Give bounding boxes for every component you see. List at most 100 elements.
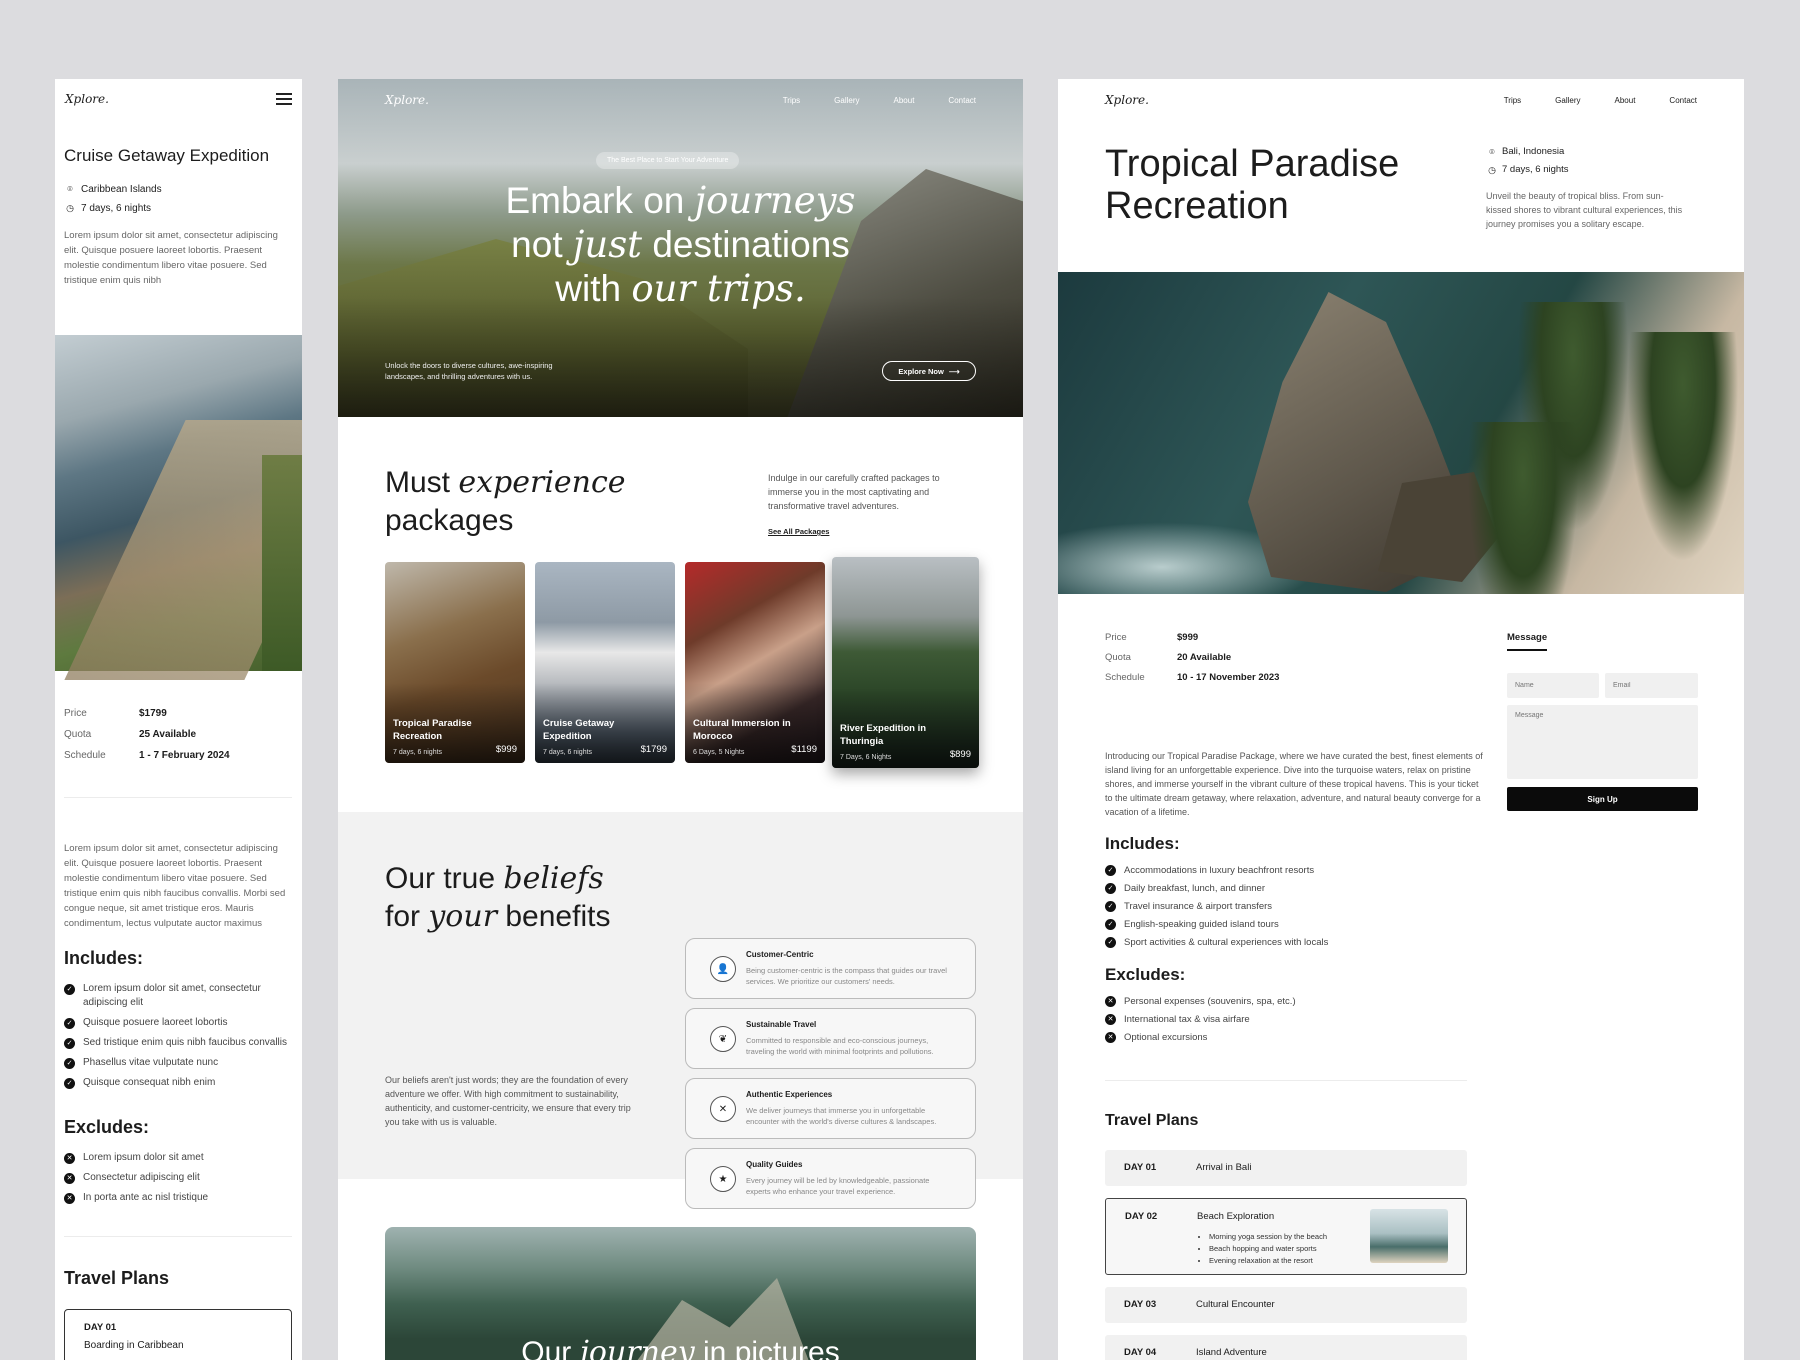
divider <box>64 1236 292 1237</box>
package-card[interactable]: Cruise Getaway Expedition 7 days, 6 nigh… <box>535 562 675 763</box>
package-card-highlighted[interactable]: River Expedition in Thuringia 7 Days, 6 … <box>832 557 979 768</box>
island-photo <box>1058 272 1744 594</box>
belief-card: ★ Quality Guides Every journey will be l… <box>685 1148 976 1209</box>
check-icon: ✓ <box>64 1058 75 1069</box>
spec-label: Quota <box>64 729 92 740</box>
page-title: Cruise Getaway Expedition <box>64 146 270 165</box>
divider <box>64 797 292 798</box>
location-pin-icon: ⌾ <box>67 184 73 194</box>
spec-value: $1799 <box>139 708 167 719</box>
x-circle-icon: ✕ <box>64 1173 75 1184</box>
list-item: ✕ In porta ante ac nisl tristique <box>64 1191 292 1205</box>
list-item: ✓ Quisque posuere laoreet lobortis <box>64 1016 292 1030</box>
see-all-packages-link[interactable]: See All Packages <box>768 527 829 536</box>
day-plan-item[interactable]: DAY 01 Arrival in Bali <box>1105 1150 1467 1186</box>
mobile-detail-page: Xplore. Cruise Getaway Expedition ⌾ Carib… <box>55 79 302 1360</box>
spec-label: Schedule <box>64 750 106 761</box>
logo[interactable]: Xplore. <box>1105 93 1149 107</box>
excludes-heading: Excludes: <box>64 1117 150 1137</box>
nav-link-gallery[interactable]: Gallery <box>1555 96 1580 105</box>
list-item: ✕ Optional excursions <box>1105 1028 1485 1046</box>
day-thumbnail <box>1370 1209 1448 1263</box>
hero-subtext: Unlock the doors to diverse cultures, aw… <box>385 361 553 381</box>
nav-link-contact[interactable]: Contact <box>1669 96 1697 105</box>
intro-text: Unveil the beauty of tropical bliss. Fro… <box>1486 191 1683 229</box>
x-circle-icon: ✕ <box>1105 1013 1116 1025</box>
hero-section: Xplore. Trips Gallery About Contact The … <box>338 79 1023 417</box>
includes-heading: Includes: <box>1105 834 1180 853</box>
check-icon: ✓ <box>1105 882 1116 894</box>
top-nav: Xplore. Trips Gallery About Contact <box>338 79 1023 121</box>
list-item: ✓ Quisque consequat nibh enim <box>64 1076 292 1090</box>
gallery-heading: Our journey in pictures <box>521 1335 840 1360</box>
desktop-home-page: Xplore. Trips Gallery About Contact The … <box>338 79 1023 1360</box>
day-plan-item[interactable]: DAY 04 Island Adventure <box>1105 1335 1467 1360</box>
description-text: Lorem ipsum dolor sit amet, consectetur … <box>64 843 286 929</box>
day-plan-item-expanded[interactable]: DAY 02 Beach Exploration Morning yoga se… <box>1105 1198 1467 1275</box>
travel-plans-heading: Travel Plans <box>64 1268 170 1288</box>
beliefs-heading: Our true beliefs for your benefits <box>385 861 611 934</box>
explore-now-button[interactable]: Explore Now ⟶ <box>882 361 976 381</box>
packages-heading: Must experience packages <box>385 465 626 537</box>
nav-link-trips[interactable]: Trips <box>783 96 800 105</box>
list-item: ✓ Daily breakfast, lunch, and dinner <box>1105 879 1485 897</box>
spec-label: Price <box>64 708 87 719</box>
day-activities: Morning yoga session by the beach Beach … <box>1197 1231 1327 1267</box>
package-card[interactable]: Cultural Immersion in Morocco 6 Days, 5 … <box>685 562 825 763</box>
arrow-right-icon: ⟶ <box>948 366 960 376</box>
x-circle-icon: ✕ <box>1105 1031 1116 1043</box>
check-icon: ✓ <box>1105 936 1116 948</box>
message-field[interactable] <box>1507 705 1698 779</box>
beliefs-section: Our true beliefs for your benefits Our b… <box>338 812 1023 1209</box>
check-icon: ✓ <box>1105 900 1116 912</box>
hero-badge: The Best Place to Start Your Adventure <box>596 152 740 169</box>
coast-photo <box>55 335 302 680</box>
intro-text: Lorem ipsum dolor sit amet, consectetur … <box>64 230 278 286</box>
spec-value: 1 - 7 February 2024 <box>139 750 230 761</box>
travel-plans-heading: Travel Plans <box>1105 1112 1199 1129</box>
spec-value: 25 Available <box>139 729 197 740</box>
nav-link-contact[interactable]: Contact <box>948 96 976 105</box>
location-pin-icon: ⌾ <box>1489 147 1495 157</box>
excludes-list: ✕ Lorem ipsum dolor sit amet ✕ Consectetur… <box>64 1151 292 1211</box>
nav-link-trips[interactable]: Trips <box>1504 96 1521 105</box>
list-item: ✕ Personal expenses (souvenirs, spa, etc.… <box>1105 992 1485 1010</box>
excludes-heading: Excludes: <box>1105 965 1186 984</box>
list-item: ✕ Consectetur adipiscing elit <box>64 1171 292 1185</box>
name-field[interactable] <box>1507 673 1599 698</box>
tab-message[interactable]: Message <box>1507 632 1548 651</box>
description-text: Introducing our Tropical Paradise Packag… <box>1105 751 1483 817</box>
package-card[interactable]: Tropical Paradise Recreation 7 days, 6 n… <box>385 562 525 763</box>
location: Caribbean Islands <box>81 184 162 195</box>
mobile-topbar: Xplore. <box>55 79 302 119</box>
list-item: ✓ Sed tristique enim quis nibh faucibus c… <box>64 1036 292 1050</box>
includes-heading: Includes: <box>64 948 144 968</box>
email-field[interactable] <box>1605 673 1698 698</box>
clock-icon: ◷ <box>66 203 74 213</box>
belief-card: ❦ Sustainable Travel Committed to respon… <box>685 1008 976 1069</box>
nav-link-about[interactable]: About <box>1615 96 1636 105</box>
list-item: ✕ Lorem ipsum dolor sit amet <box>64 1151 292 1165</box>
hamburger-menu-icon[interactable] <box>276 93 292 105</box>
logo[interactable]: Xplore. <box>385 93 429 107</box>
trip-meta: ⌾ Caribbean Islands ◷ 7 days, 6 nights <box>55 180 302 218</box>
nav-link-about[interactable]: About <box>894 96 915 105</box>
trip-meta: ⌾ Bali, Indonesia ◷ 7 days, 6 nights <box>1486 143 1568 179</box>
list-item: ✓ Phasellus vitae vulputate nunc <box>64 1056 292 1070</box>
day-label: DAY 01 <box>84 1322 117 1333</box>
page-title: Tropical Paradise Recreation <box>1105 143 1400 227</box>
check-icon: ✓ <box>1105 864 1116 876</box>
beliefs-text: Our beliefs aren't just words; they are … <box>385 1075 631 1127</box>
specs-table: Price $1799 Quota 25 Available Schedule 1 -… <box>64 703 294 766</box>
duration: 7 days, 6 nights <box>81 203 152 214</box>
nav-link-gallery[interactable]: Gallery <box>834 96 859 105</box>
sign-up-button[interactable]: Sign Up <box>1507 787 1698 811</box>
belief-card: 👤 Customer-Centric Being customer-centri… <box>685 938 976 999</box>
list-item: ✕ International tax & visa airfare <box>1105 1010 1485 1028</box>
includes-list: ✓ Lorem ipsum dolor sit amet, consectetur… <box>64 982 292 1096</box>
day-plan-item[interactable]: DAY 03 Cultural Encounter <box>1105 1287 1467 1323</box>
divider <box>1105 1080 1467 1081</box>
logo[interactable]: Xplore. <box>65 92 109 106</box>
compass-icon: ✕ <box>710 1096 736 1122</box>
day-plan-item[interactable]: DAY 01 Boarding in Caribbean <box>64 1309 292 1360</box>
